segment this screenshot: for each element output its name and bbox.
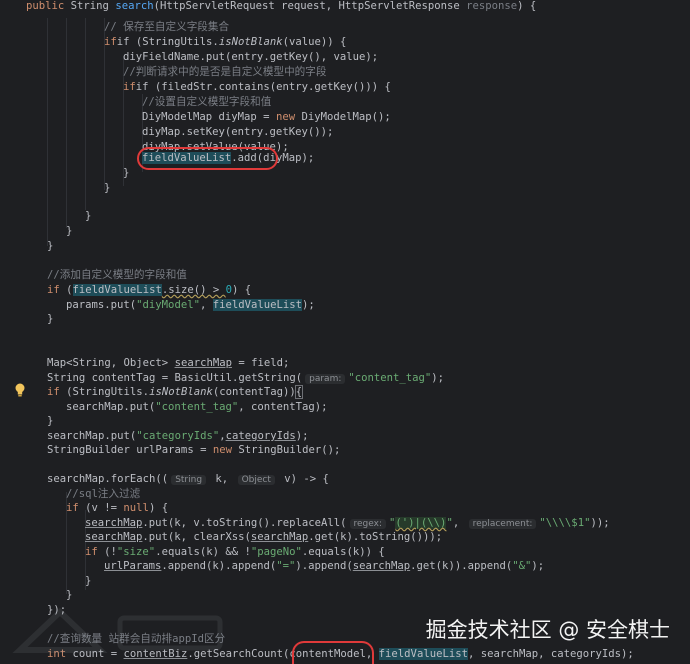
token-variable: searchMap: [352, 560, 411, 572]
code-line: fieldValueList.add(diyMap);: [142, 149, 314, 167]
token-text: ) {: [232, 284, 252, 296]
token-string: "content_tag": [348, 372, 432, 384]
token-keyword: null: [123, 502, 149, 514]
token-text: ) {: [148, 502, 169, 514]
token-function: search: [115, 0, 154, 12]
token-static-method: isNotBlank: [149, 386, 213, 398]
token-string: "\\\\$1": [539, 517, 591, 529]
type-hint: Object: [237, 475, 275, 485]
token-text: ,: [452, 517, 466, 529]
logo-watermark: [12, 607, 223, 653]
token-keyword: if: [66, 502, 79, 514]
token-text: , contentTag);: [238, 401, 328, 413]
token-text: );: [431, 372, 445, 384]
token-keyword: if: [123, 81, 136, 93]
type-hint: String: [171, 475, 207, 485]
token-text: (StringUtils.: [59, 386, 150, 398]
token-string: "content_tag": [155, 401, 239, 413]
token-keyword: new: [212, 444, 232, 456]
token-text: k,: [209, 473, 235, 485]
token-text: ).append(: [295, 560, 353, 572]
token-text: StringBuilder urlParams =: [47, 444, 213, 456]
token-text: (value)) {: [282, 36, 347, 48]
token-highlight: fieldValueList: [212, 299, 303, 311]
param-hint: param:: [305, 374, 346, 384]
code-line: params.put("diyModel", fieldValueList);: [66, 296, 315, 314]
code-line: }: [47, 313, 54, 325]
code-line: public String search(HttpServletRequest …: [26, 0, 536, 15]
token-variable: urlParams: [104, 560, 162, 572]
matched-brace: {: [294, 385, 304, 399]
token-highlight: fieldValueList: [142, 152, 232, 164]
token-text: .get(k)).append(: [410, 560, 513, 572]
code-line: StringBuilder urlParams = new StringBuil…: [47, 441, 340, 459]
token-text: = field;: [231, 357, 290, 369]
token-text: (v !=: [78, 502, 124, 514]
param-hint: replacement:: [468, 519, 537, 529]
token-text: StringBuilder();: [231, 444, 341, 456]
token-keyword: new: [275, 111, 296, 123]
token-keyword: if: [47, 284, 60, 296]
token-keyword: if: [85, 546, 98, 558]
token-variable: searchMap: [174, 357, 232, 369]
code-line: }: [85, 210, 92, 222]
code-line: urlParams.append(k).append("=").append(s…: [104, 557, 544, 575]
token-text: DiyModelMap();: [295, 111, 391, 123]
token-text: ,: [199, 299, 213, 311]
code-line: searchMap.put("content_tag", contentTag)…: [66, 398, 328, 416]
token-text: .append(k).append(: [161, 560, 277, 572]
watermark-text: 掘金技术社区 @ 安全棋士: [425, 618, 670, 642]
token-variable: searchMap: [250, 531, 309, 543]
code-line: }: [85, 575, 92, 587]
token-text: );: [302, 299, 315, 311]
token-keyword: if: [47, 386, 60, 398]
token-text: DiyModelMap diyMap =: [142, 111, 276, 123]
code-line: }: [47, 240, 54, 252]
token-highlight: fieldValueList: [72, 284, 162, 296]
code-line: }: [104, 182, 111, 194]
token-keyword: public: [26, 0, 65, 12]
token-text: params.put(: [66, 299, 137, 311]
token-text: if (filedStr.contains(entry.getKey())) {: [135, 81, 391, 93]
code-area[interactable]: public String search(HttpServletRequest …: [0, 0, 690, 662]
token-variable: searchMap: [85, 531, 143, 543]
token-text: Map<String, Object>: [47, 357, 175, 369]
code-line: }: [123, 167, 130, 179]
token-keyword: if: [104, 36, 117, 48]
token-text: , searchMap, categoryIds);: [467, 648, 634, 660]
token-text: if (StringUtils.: [116, 36, 219, 48]
token-string: "&": [512, 560, 532, 572]
token-text: .add(diyMap);: [231, 152, 315, 164]
token-text: searchMap.forEach((: [47, 473, 169, 485]
code-line: }: [66, 225, 73, 237]
token-text: (: [59, 284, 73, 296]
token-text: String: [64, 0, 116, 12]
token-string: "=": [276, 560, 296, 572]
token-text: .get(k).toString()));: [308, 531, 443, 543]
token-string: "diyModel": [136, 299, 200, 311]
code-editor[interactable]: public String search(HttpServletRequest …: [0, 0, 690, 664]
token-text: ) {: [517, 0, 537, 12]
token-text: .put(k, clearXss(: [142, 531, 251, 543]
token-text: );: [531, 560, 545, 572]
token-text: (HttpServletRequest request, HttpServlet…: [153, 0, 467, 12]
lightbulb-icon[interactable]: [14, 383, 26, 397]
token-param: response: [466, 0, 518, 12]
token-text: (contentTag)): [212, 386, 296, 398]
token-static-method: isNotBlank: [218, 36, 283, 48]
token-text: ));: [590, 517, 610, 529]
token-text: .size() >: [161, 284, 226, 296]
token-highlight: fieldValueList: [378, 648, 468, 660]
token-text: v) -> {: [277, 473, 329, 485]
token-text: searchMap.put(: [66, 401, 156, 413]
